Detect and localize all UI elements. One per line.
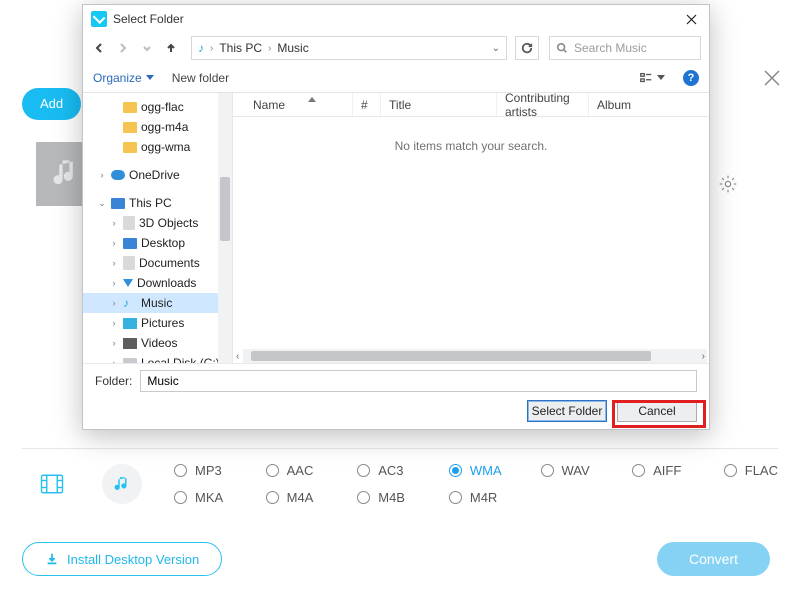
breadcrumb-current[interactable]: Music (277, 41, 308, 55)
organize-menu[interactable]: Organize (93, 71, 154, 85)
close-icon[interactable] (679, 7, 703, 31)
convert-button[interactable]: Convert (657, 542, 770, 576)
tree-item-3d-objects[interactable]: ›3D Objects (83, 213, 232, 233)
download-icon (45, 552, 59, 566)
col-artist[interactable]: Contributing artists (497, 93, 589, 116)
nav-forward-icon (113, 37, 133, 59)
format-flac[interactable]: FLAC (724, 463, 778, 478)
downloads-icon (123, 279, 133, 287)
refresh-icon[interactable] (515, 36, 539, 60)
sort-indicator-icon (308, 97, 316, 102)
computer-icon (111, 198, 125, 209)
music-note-icon (113, 475, 131, 493)
format-aiff[interactable]: AIFF (632, 463, 712, 478)
tree-item-ogg-m4a[interactable]: ogg-m4a (83, 117, 232, 137)
breadcrumb-root[interactable]: This PC (219, 41, 262, 55)
tree-scrollbar[interactable] (218, 93, 232, 363)
empty-message: No items match your search. (233, 139, 709, 153)
horizontal-scrollbar[interactable]: ‹ › (243, 349, 707, 363)
format-m4b[interactable]: M4B (357, 490, 437, 505)
scroll-left-icon[interactable]: ‹ (236, 351, 239, 362)
chevron-right-icon: › (210, 43, 213, 54)
chevron-down-icon (146, 75, 154, 80)
tree-item-ogg-flac[interactable]: ogg-flac (83, 97, 232, 117)
folder-tree[interactable]: ogg-flac ogg-m4a ogg-wma ›OneDrive ⌄This… (83, 93, 233, 363)
col-number[interactable]: # (353, 93, 381, 116)
format-aac[interactable]: AAC (266, 463, 346, 478)
help-icon[interactable]: ? (683, 70, 699, 86)
dialog-toolbar: Organize New folder ? (83, 63, 709, 93)
tree-item-pictures[interactable]: ›Pictures (83, 313, 232, 333)
file-list: Name # Title Contributing artists Album … (233, 93, 709, 363)
view-list-icon (639, 71, 653, 85)
pictures-icon (123, 318, 137, 329)
tree-item-desktop[interactable]: ›Desktop (83, 233, 232, 253)
chevron-right-icon: › (268, 43, 271, 54)
column-headers[interactable]: Name # Title Contributing artists Album (233, 93, 709, 117)
search-input[interactable]: Search Music (549, 36, 701, 60)
settings-gear-icon[interactable] (718, 174, 738, 199)
col-name[interactable]: Name (245, 93, 353, 116)
nav-back-icon[interactable] (89, 37, 109, 59)
search-icon (556, 42, 568, 54)
select-folder-button[interactable]: Select Folder (527, 400, 607, 422)
view-options-button[interactable] (639, 71, 665, 85)
desktop-icon (123, 238, 137, 249)
folder-icon (123, 122, 137, 133)
nav-recent-icon[interactable] (137, 37, 157, 59)
dialog-navbar: ♪ › This PC › Music ⌄ Search Music (83, 33, 709, 63)
disk-icon (123, 358, 137, 364)
format-options: MP3 AAC AC3 WMA WAV AIFF FLAC MKA M4A M4… (174, 463, 778, 505)
objects-icon (123, 216, 135, 230)
tree-item-downloads[interactable]: ›Downloads (83, 273, 232, 293)
tree-item-this-pc[interactable]: ⌄This PC (83, 193, 232, 213)
videos-icon (123, 338, 137, 349)
chevron-down-icon[interactable]: ⌄ (492, 43, 500, 54)
chevron-down-icon (657, 75, 665, 80)
format-wav[interactable]: WAV (541, 463, 621, 478)
folder-name-input[interactable] (140, 370, 697, 392)
music-note-icon: ♪ (123, 296, 137, 310)
col-album[interactable]: Album (589, 93, 709, 116)
cloud-icon (111, 170, 125, 180)
col-title[interactable]: Title (381, 93, 497, 116)
format-wma[interactable]: WMA (449, 463, 529, 478)
format-mp3[interactable]: MP3 (174, 463, 254, 478)
app-logo-icon (91, 11, 107, 27)
format-m4r[interactable]: M4R (449, 490, 529, 505)
dialog-title: Select Folder (113, 12, 679, 26)
folder-label: Folder: (95, 374, 132, 388)
add-button[interactable]: Add (22, 88, 81, 120)
music-note-icon: ♪ (198, 41, 204, 55)
tree-item-onedrive[interactable]: ›OneDrive (83, 165, 232, 185)
video-format-icon[interactable] (22, 470, 82, 498)
dialog-footer: Folder: Select Folder Cancel (83, 363, 709, 429)
tree-item-music[interactable]: ›♪Music (83, 293, 232, 313)
format-bar: MP3 AAC AC3 WMA WAV AIFF FLAC MKA M4A M4… (22, 448, 778, 505)
format-m4a[interactable]: M4A (266, 490, 346, 505)
nav-up-icon[interactable] (161, 37, 181, 59)
documents-icon (123, 256, 135, 270)
address-bar[interactable]: ♪ › This PC › Music ⌄ (191, 36, 507, 60)
format-mka[interactable]: MKA (174, 490, 254, 505)
install-desktop-button[interactable]: Install Desktop Version (22, 542, 222, 576)
select-folder-dialog: Select Folder ♪ › This PC › Music ⌄ Sear… (82, 4, 710, 430)
folder-icon (123, 142, 137, 153)
cancel-button[interactable]: Cancel (617, 400, 697, 422)
folder-icon (123, 102, 137, 113)
search-placeholder: Search Music (574, 41, 647, 55)
tree-item-ogg-wma[interactable]: ogg-wma (83, 137, 232, 157)
music-note-icon (52, 157, 80, 191)
tree-item-local-disk[interactable]: ›Local Disk (C:) (83, 353, 232, 363)
format-ac3[interactable]: AC3 (357, 463, 437, 478)
tree-item-documents[interactable]: ›Documents (83, 253, 232, 273)
tree-item-videos[interactable]: ›Videos (83, 333, 232, 353)
dialog-titlebar: Select Folder (83, 5, 709, 33)
app-close-icon[interactable] (762, 68, 782, 88)
audio-format-icon[interactable] (92, 464, 152, 504)
new-folder-button[interactable]: New folder (172, 71, 229, 85)
scroll-right-icon[interactable]: › (702, 351, 705, 362)
